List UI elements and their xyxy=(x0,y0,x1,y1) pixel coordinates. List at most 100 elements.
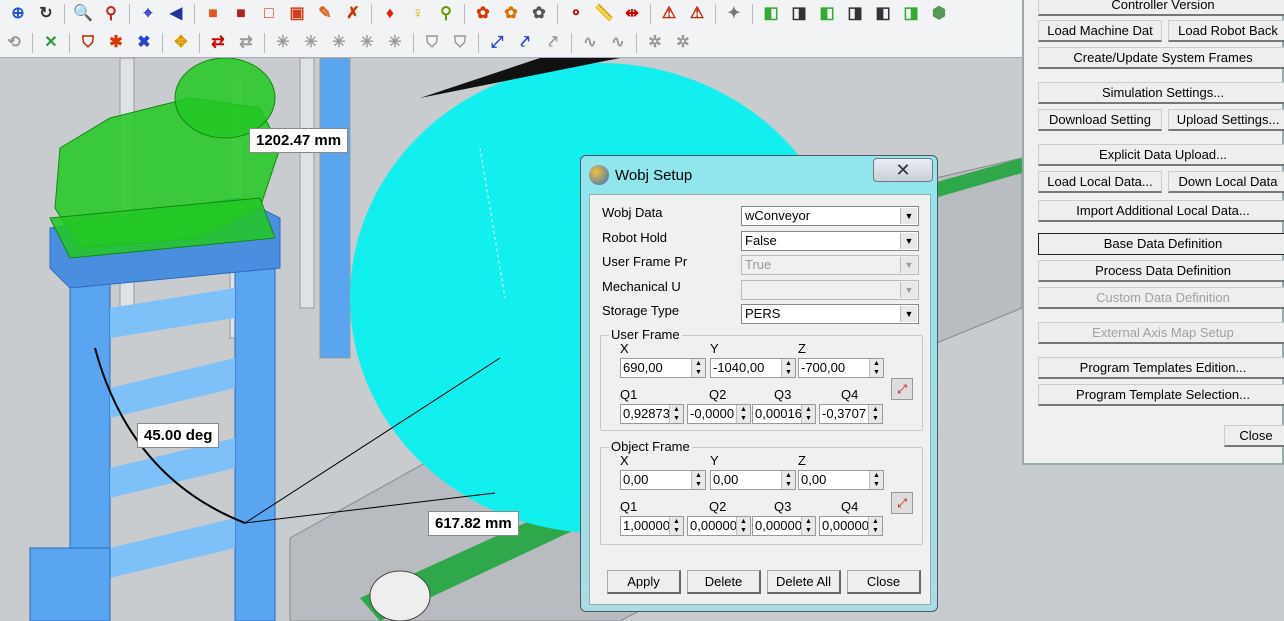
storage-type-select[interactable]: PERS ▼ xyxy=(741,304,919,324)
path-button[interactable]: ⚬ xyxy=(565,3,587,25)
external-axis-map-button[interactable]: External Axis Map Setup xyxy=(1038,322,1284,344)
tool-7-button[interactable]: ⛉ xyxy=(449,32,471,54)
close-button[interactable]: Close xyxy=(847,570,921,594)
expand-button[interactable]: ✖ xyxy=(133,32,155,54)
program-templates-edition-button[interactable]: Program Templates Edition... xyxy=(1038,357,1284,379)
import-local-data-button[interactable]: Import Additional Local Data... xyxy=(1038,200,1284,222)
user-frame-programmed-select[interactable]: True ▼ xyxy=(741,255,919,275)
create-system-frames-button[interactable]: Create/Update System Frames xyxy=(1038,47,1284,69)
view-right-button[interactable]: ◨ xyxy=(844,3,866,25)
explicit-data-upload-button[interactable]: Explicit Data Upload... xyxy=(1038,144,1284,166)
robot-joints-button[interactable]: ✿ xyxy=(472,3,494,25)
spinner-arrows-icon[interactable]: ▲ ▼ xyxy=(736,405,750,423)
spinner-arrows-icon[interactable]: ▲ ▼ xyxy=(781,471,795,489)
tool-4-button[interactable]: ✳ xyxy=(356,32,378,54)
spinner-arrows-icon[interactable]: ▲ ▼ xyxy=(801,405,815,423)
light-tool-button[interactable]: ⚲ xyxy=(435,3,457,25)
zoom-fit-button[interactable]: ⊕ xyxy=(7,3,29,25)
view-arrow-button[interactable]: ◀ xyxy=(165,3,187,25)
object-frame-q1-input[interactable]: 1,00000 ▲ ▼ xyxy=(620,516,684,536)
delete-button[interactable]: Delete xyxy=(687,570,761,594)
load-local-data-button[interactable]: Load Local Data... xyxy=(1038,171,1162,193)
user-frame-q4-input[interactable]: -0,3707 ▲ ▼ xyxy=(819,404,883,424)
base-data-definition-button[interactable]: Base Data Definition xyxy=(1038,233,1284,255)
robot-hold-select[interactable]: False ▼ xyxy=(741,230,919,251)
target-button[interactable]: ⌖ xyxy=(137,3,159,25)
mechanical-unit-select[interactable]: ▼ xyxy=(741,279,919,300)
axes-button[interactable]: ⤢ xyxy=(486,32,508,54)
tool-5-button[interactable]: ✳ xyxy=(384,32,406,54)
dialog-close-button[interactable]: ✕ xyxy=(873,158,933,182)
simulation-settings-button[interactable]: Simulation Settings... xyxy=(1038,82,1284,104)
user-frame-q3-input[interactable]: 0,00016 ▲ ▼ xyxy=(752,404,816,424)
frame-button[interactable]: ✕ xyxy=(40,32,62,54)
spinner-arrows-icon[interactable]: ▲ ▼ xyxy=(691,471,705,489)
rotate-button[interactable]: ↻ xyxy=(35,3,57,25)
robot-arm-2-button[interactable]: ⚠ xyxy=(686,3,708,25)
apply-button[interactable]: Apply xyxy=(607,570,681,594)
object-frame-x-input[interactable]: 0,00 ▲ ▼ xyxy=(620,470,706,490)
upload-settings-button[interactable]: Upload Settings... xyxy=(1168,109,1284,131)
load-machine-data-button[interactable]: Load Machine Dat xyxy=(1038,20,1162,42)
spinner-arrows-icon[interactable]: ▲ ▼ xyxy=(869,471,883,489)
measure-button[interactable]: 📏 xyxy=(593,3,615,25)
spinner-arrows-icon[interactable]: ▲ ▼ xyxy=(736,517,750,535)
tool-1-button[interactable]: ✳ xyxy=(272,32,294,54)
spinner-arrows-icon[interactable]: ▲ ▼ xyxy=(669,405,683,423)
tool-10-button[interactable]: ✲ xyxy=(672,32,694,54)
hidden-line-button[interactable]: ▣ xyxy=(286,3,308,25)
controller-version-button[interactable]: Controller Version xyxy=(1038,0,1284,16)
object-frame-q2-input[interactable]: 0,00000 ▲ ▼ xyxy=(687,516,751,536)
tool-3-button[interactable]: ✳ xyxy=(328,32,350,54)
undo-button[interactable]: ⟲ xyxy=(3,32,25,54)
light-red-button[interactable]: ♦ xyxy=(379,3,401,25)
view-bottom-button[interactable]: ◨ xyxy=(900,3,922,25)
settings-dropdown-button[interactable]: ✦ xyxy=(723,3,745,25)
view-top-button[interactable]: ◧ xyxy=(872,3,894,25)
download-setting-button[interactable]: Download Setting xyxy=(1038,109,1162,131)
delete-all-button[interactable]: Delete All xyxy=(767,570,841,594)
wireframe-view-button[interactable]: □ xyxy=(258,3,280,25)
tool-8-button[interactable]: ⤤ xyxy=(542,32,564,54)
zoom-red-button[interactable]: ⚲ xyxy=(100,3,122,25)
spinner-arrows-icon[interactable]: ▲ ▼ xyxy=(691,359,705,377)
spinner-arrows-icon[interactable]: ▲ ▼ xyxy=(801,517,815,535)
zoom-button[interactable]: 🔍 xyxy=(72,3,94,25)
user-frame-y-input[interactable]: -1040,00 ▲ ▼ xyxy=(710,358,796,378)
tool-2-button[interactable]: ✳ xyxy=(300,32,322,54)
robot-move-button[interactable]: ✿ xyxy=(500,3,522,25)
user-frame-axes-button[interactable]: ⤢ xyxy=(891,378,913,400)
spinner-arrows-icon[interactable]: ▲ ▼ xyxy=(781,359,795,377)
light-bulb-button[interactable]: ♀ xyxy=(407,3,429,25)
view-front-button[interactable]: ◧ xyxy=(760,3,782,25)
tool-6-button[interactable]: ⛉ xyxy=(421,32,443,54)
move-button[interactable]: ✥ xyxy=(170,32,192,54)
pen-button[interactable]: ✎ xyxy=(314,3,336,25)
point-button[interactable]: ✱ xyxy=(105,32,127,54)
axis-tool-button[interactable]: ✗ xyxy=(342,3,364,25)
tool-9-button[interactable]: ✲ xyxy=(644,32,666,54)
spinner-arrows-icon[interactable]: ▲ ▼ xyxy=(669,517,683,535)
user-frame-q1-input[interactable]: 0,92873 ▲ ▼ xyxy=(620,404,684,424)
object-frame-q4-input[interactable]: 0,00000 ▲ ▼ xyxy=(819,516,883,536)
process-data-definition-button[interactable]: Process Data Definition xyxy=(1038,260,1284,282)
distance-button[interactable]: ⇹ xyxy=(621,3,643,25)
user-frame-q2-input[interactable]: -0,0000 ▲ ▼ xyxy=(687,404,751,424)
object-frame-z-input[interactable]: 0,00 ▲ ▼ xyxy=(798,470,884,490)
down-local-data-button[interactable]: Down Local Data xyxy=(1168,171,1284,193)
robot-arm-button[interactable]: ⚠ xyxy=(658,3,680,25)
load-robot-backup-button[interactable]: Load Robot Back xyxy=(1168,20,1284,42)
curve-1-button[interactable]: ∿ xyxy=(579,32,601,54)
object-frame-axes-button[interactable]: ⤢ xyxy=(891,492,913,514)
user-frame-x-input[interactable]: 690,00 ▲ ▼ xyxy=(620,358,706,378)
user-frame-z-input[interactable]: -700,00 ▲ ▼ xyxy=(798,358,884,378)
robot-frame-button[interactable]: ✿ xyxy=(528,3,550,25)
view-left-button[interactable]: ◧ xyxy=(816,3,838,25)
custom-data-definition-button[interactable]: Custom Data Definition xyxy=(1038,287,1284,309)
view-iso-button[interactable]: ⬢ xyxy=(928,3,950,25)
collision-off-button[interactable]: ⇄ xyxy=(235,32,257,54)
collision-button[interactable]: ⇄ xyxy=(207,32,229,54)
view-back-button[interactable]: ◨ xyxy=(788,3,810,25)
shield-tool-button[interactable]: ⛉ xyxy=(77,32,99,54)
wobj-data-select[interactable]: wConveyor ▼ xyxy=(741,206,919,226)
